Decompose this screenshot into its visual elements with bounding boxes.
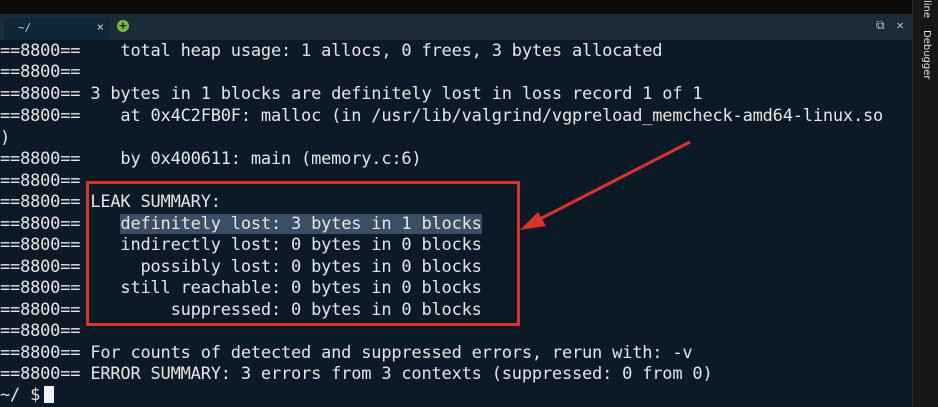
sidebar-item-debugger[interactable]: Debugger: [921, 30, 932, 80]
annotation-arrow-icon: [520, 140, 691, 230]
right-sidebar: line Debugger: [912, 0, 938, 407]
sidebar-item-line[interactable]: line: [921, 0, 932, 18]
